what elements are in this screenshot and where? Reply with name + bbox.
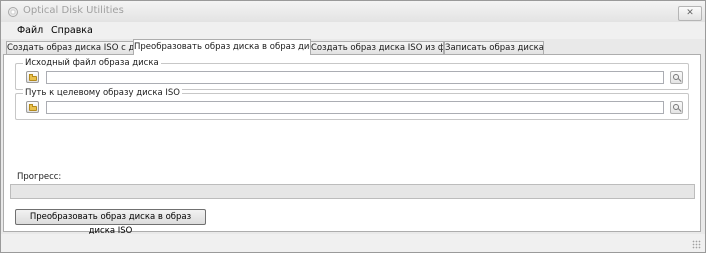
target-search-button[interactable] [670,101,683,114]
target-path-label: Путь к целевому образу диска ISO [23,88,182,98]
target-path-group: Путь к целевому образу диска ISO [15,88,689,120]
source-browse-button[interactable] [26,71,39,83]
menu-file[interactable]: Файл [17,25,43,36]
status-bar [1,234,705,252]
close-button[interactable]: ✕ [678,6,702,21]
target-browse-button[interactable] [26,101,39,113]
menu-bar: Файл Справка [1,22,705,39]
source-file-label: Исходный файл образа диска [23,58,161,68]
tab-convert-image-to-iso[interactable]: Преобразовать образ диска в образ диска … [133,39,311,55]
convert-button[interactable]: Преобразовать образ диска в образ диска … [15,209,206,236]
close-icon: ✕ [686,8,694,18]
tab-burn-iso[interactable]: Записать образ диска ISO [444,41,544,54]
title-bar[interactable]: Optical Disk Utilities ✕ [1,1,705,22]
tab-create-iso-from-files[interactable]: Создать образ диска ISO из файлов [310,41,444,54]
tab-strip: Создать образ диска ISO с диска Преобраз… [1,39,705,55]
progress-label: Прогресс: [17,172,62,182]
menu-help[interactable]: Справка [51,25,93,36]
app-disc-icon [8,7,18,17]
size-grip-icon[interactable] [692,240,701,249]
tab-panel-convert: Исходный файл образа диска Путь к целево… [3,54,701,236]
source-file-group: Исходный файл образа диска [15,58,689,90]
target-path-input[interactable] [46,101,664,114]
app-window: Optical Disk Utilities ✕ Файл Справка Со… [0,0,706,253]
progress-bar [10,184,695,199]
source-search-button[interactable] [670,71,683,84]
window-title: Optical Disk Utilities [23,5,124,16]
tab-create-iso-from-disc[interactable]: Создать образ диска ISO с диска [6,41,135,54]
source-path-input[interactable] [46,71,664,84]
